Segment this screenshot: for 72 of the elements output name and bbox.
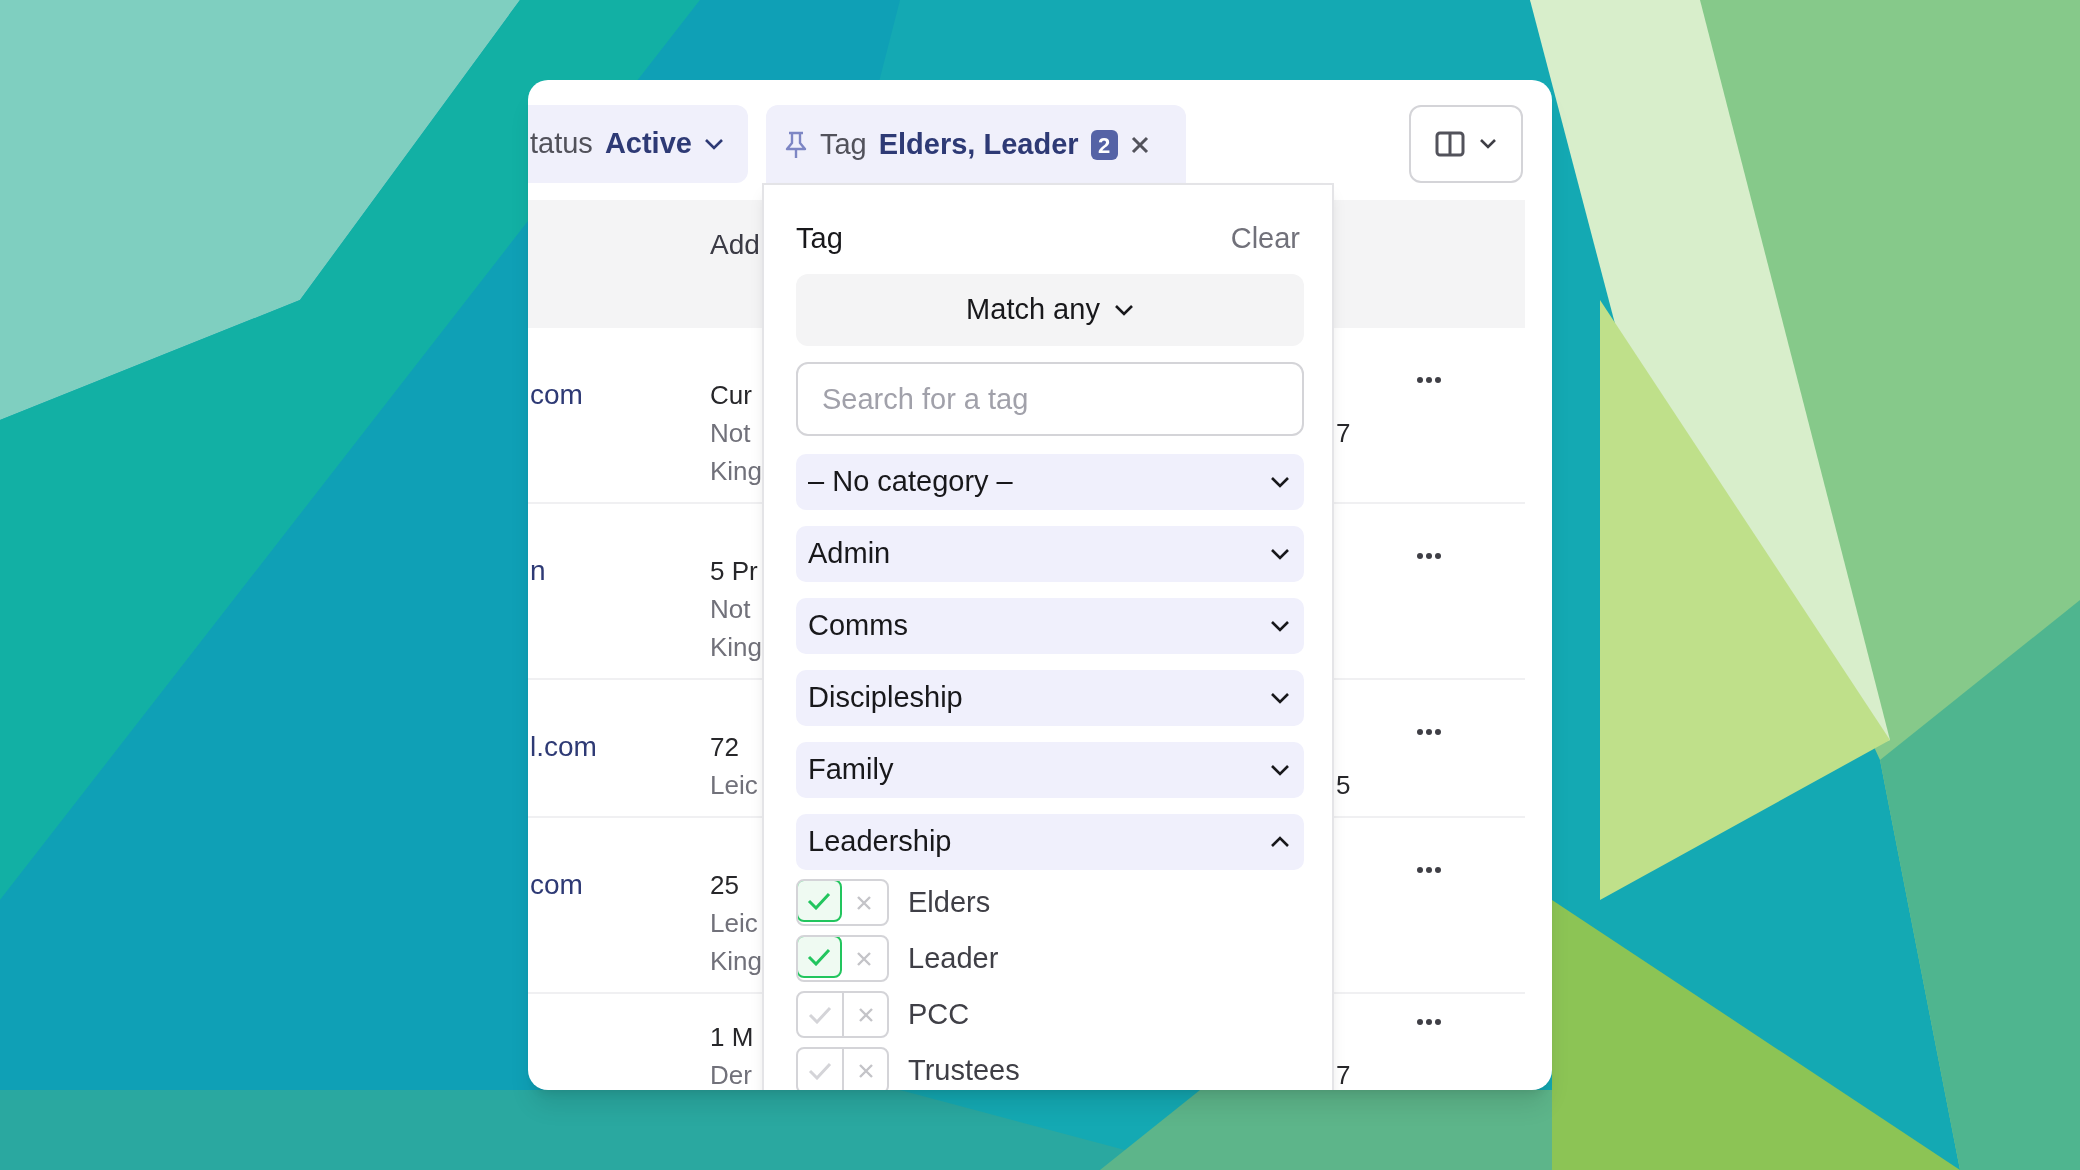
address-line: 72 <box>710 731 740 764</box>
check-icon <box>808 1005 832 1024</box>
email-link[interactable]: l.com <box>530 731 597 762</box>
clear-button[interactable]: Clear <box>1230 217 1300 261</box>
check-icon <box>807 891 831 910</box>
chevron-down-icon <box>1270 476 1290 488</box>
category-dropdown[interactable]: Family <box>796 742 1304 798</box>
status-filter-chip[interactable]: tatus Active <box>528 105 748 183</box>
filter-value: Elders, Leader <box>878 127 1079 163</box>
columns-icon <box>1435 131 1465 157</box>
close-icon[interactable] <box>1129 135 1150 155</box>
chevron-down-icon <box>703 138 724 150</box>
table-cell: 5 <box>1336 770 1351 800</box>
chevron-down-icon <box>1270 692 1290 704</box>
chevron-down-icon <box>1270 764 1290 776</box>
tag-search-field[interactable]: Search for a tag <box>796 362 1304 436</box>
more-icon[interactable] <box>1416 1018 1442 1026</box>
address-line: King <box>710 945 764 978</box>
tag-filter-chip[interactable]: Tag Elders, Leader 2 <box>765 105 1186 185</box>
address-line: Cur <box>710 379 753 412</box>
address-line: 1 M <box>710 1021 755 1054</box>
address-line: Der <box>710 1059 753 1090</box>
category-dropdown[interactable]: Leadership <box>796 814 1304 870</box>
more-icon[interactable] <box>1416 866 1442 874</box>
filter-label: Tag <box>819 127 867 163</box>
tag-label: Trustees <box>908 1052 1020 1088</box>
columns-button[interactable] <box>1409 105 1523 183</box>
include-exclude-toggle[interactable] <box>796 1047 889 1090</box>
tag-label: Leader <box>908 940 999 976</box>
column-header: Add <box>710 228 760 262</box>
chevron-down-icon <box>1270 548 1290 560</box>
chevron-up-icon <box>1270 836 1290 848</box>
category-dropdown[interactable]: Comms <box>796 598 1304 654</box>
chevron-down-icon <box>1270 620 1290 632</box>
address-line: Not <box>710 593 752 626</box>
match-mode-dropdown[interactable]: Match any <box>796 274 1304 346</box>
address-line: 5 Pr <box>710 555 759 588</box>
table-cell: 7 <box>1336 1060 1351 1090</box>
count-badge: 2 <box>1090 130 1118 160</box>
x-icon <box>857 1006 874 1023</box>
email-link[interactable]: n <box>530 555 546 586</box>
filter-label: tatus <box>530 126 593 162</box>
include-exclude-toggle[interactable] <box>796 991 889 1038</box>
more-icon[interactable] <box>1416 376 1442 384</box>
chevron-down-icon <box>1113 304 1134 316</box>
email-link[interactable]: com <box>530 379 583 410</box>
more-icon[interactable] <box>1416 552 1442 560</box>
filter-value: Active <box>604 126 692 162</box>
address-line: Not <box>710 417 752 450</box>
category-dropdown[interactable]: Admin <box>796 526 1304 582</box>
pin-icon <box>783 130 808 160</box>
more-icon[interactable] <box>1416 728 1442 736</box>
popover-title: Tag <box>796 221 843 257</box>
address-line: King <box>710 455 764 488</box>
chevron-down-icon <box>1479 138 1497 150</box>
x-icon <box>855 894 872 911</box>
address-line: Leic <box>710 769 759 802</box>
email-link[interactable]: com <box>530 869 583 900</box>
include-exclude-toggle[interactable] <box>796 935 889 982</box>
address-line: Leic <box>710 907 759 940</box>
address-line: 25 <box>710 869 740 902</box>
include-exclude-toggle[interactable] <box>796 879 889 926</box>
table-cell: 7 <box>1336 418 1351 448</box>
x-icon <box>855 950 872 967</box>
check-icon <box>808 1061 832 1080</box>
check-icon <box>807 947 831 966</box>
tag-label: Elders <box>908 884 991 920</box>
category-dropdown[interactable]: Discipleship <box>796 670 1304 726</box>
address-line: King <box>710 631 764 664</box>
category-dropdown[interactable]: – No category – <box>796 454 1304 510</box>
x-icon <box>857 1062 874 1079</box>
tag-label: PCC <box>908 996 970 1032</box>
